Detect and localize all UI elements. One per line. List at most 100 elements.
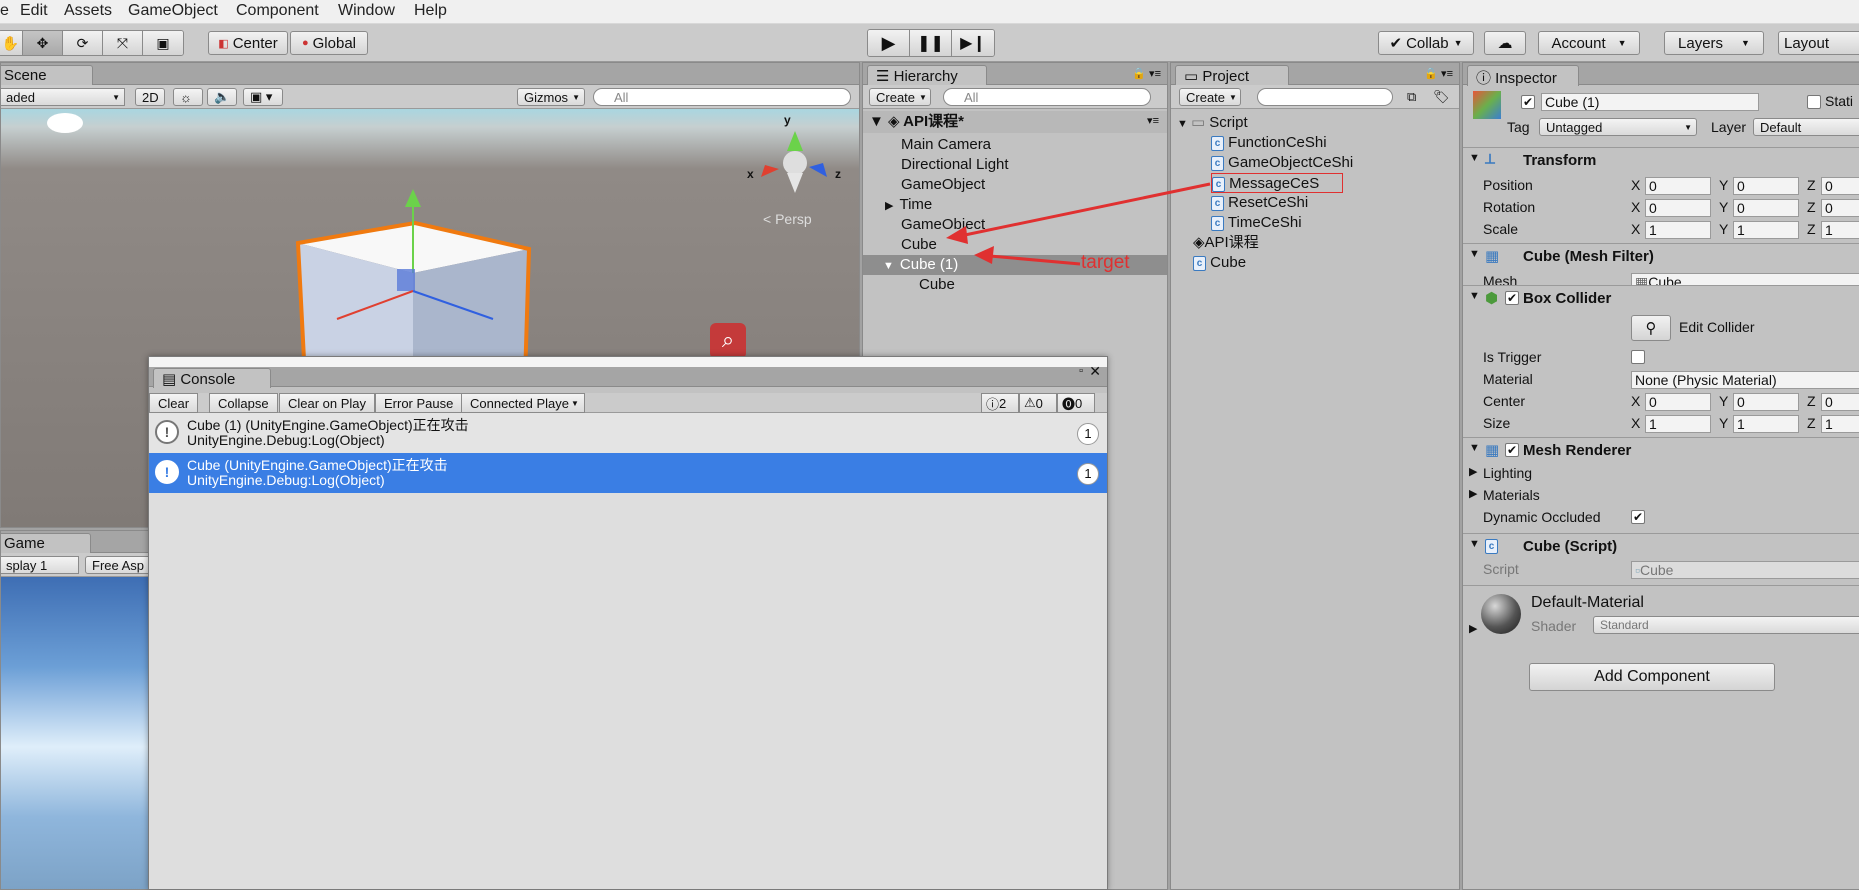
- menu-gameobject[interactable]: GameObject: [128, 2, 218, 20]
- object-name-input[interactable]: Cube (1): [1541, 93, 1759, 111]
- script-file[interactable]: c FunctionCeShi: [1211, 133, 1327, 153]
- tab-hierarchy[interactable]: ☰ Hierarchy: [867, 65, 987, 86]
- center-x-input[interactable]: 0: [1645, 393, 1711, 411]
- physic-material-field[interactable]: None (Physic Material): [1631, 371, 1859, 389]
- hierarchy-item[interactable]: Cube: [919, 275, 955, 295]
- log-entry-selected[interactable]: ! Cube (UnityEngine.GameObject)正在攻击 Unit…: [149, 453, 1107, 493]
- layers-dropdown[interactable]: Layers ▼: [1664, 31, 1764, 55]
- collab-dropdown[interactable]: ✔ Collab ▼: [1378, 31, 1474, 55]
- rect-tool-icon[interactable]: ▣: [143, 31, 183, 55]
- collapse-button[interactable]: Collapse: [209, 393, 278, 413]
- move-tool-icon[interactable]: ✥: [23, 31, 63, 55]
- filter-label-icon[interactable]: 🏷: [1433, 89, 1450, 105]
- maximize-icon[interactable]: ▫: [1079, 365, 1083, 377]
- pause-button[interactable]: ❚❚: [910, 30, 952, 56]
- tab-project[interactable]: ▭ Project: [1175, 65, 1289, 86]
- shading-mode-dropdown[interactable]: aded ▼: [1, 88, 125, 106]
- zoom-search-icon[interactable]: ⌕: [710, 323, 746, 359]
- menu-help[interactable]: Help: [414, 2, 447, 20]
- panel-menu-icon[interactable]: 🔒 ▾≡: [1424, 67, 1453, 80]
- box-collider-header[interactable]: ▼ ⬢ ✔ Box Collider: [1463, 285, 1859, 311]
- project-search-input[interactable]: [1257, 88, 1393, 106]
- log-entry[interactable]: ! Cube (1) (UnityEngine.GameObject)正在攻击 …: [149, 413, 1107, 453]
- filter-type-icon[interactable]: ⧉: [1407, 89, 1416, 105]
- connected-player-dropdown[interactable]: Connected Playe ▼: [461, 393, 585, 413]
- menu-window[interactable]: Window: [338, 2, 395, 20]
- tab-scene[interactable]: Scene: [1, 65, 93, 86]
- position-y-input[interactable]: 0: [1733, 177, 1799, 195]
- rotate-tool-icon[interactable]: ⟳: [63, 31, 103, 55]
- box-collider-enabled-checkbox[interactable]: ✔: [1505, 291, 1519, 305]
- script-file[interactable]: c TimeCeShi: [1211, 213, 1302, 233]
- audio-toggle-icon[interactable]: 🔈: [207, 88, 237, 106]
- rotation-z-input[interactable]: 0: [1821, 199, 1859, 217]
- position-x-input[interactable]: 0: [1645, 177, 1711, 195]
- mesh-renderer-enabled-checkbox[interactable]: ✔: [1505, 443, 1519, 457]
- create-dropdown[interactable]: Create ▼: [869, 88, 931, 106]
- info-count-toggle[interactable]: ⓘ 2: [981, 393, 1019, 413]
- rotation-y-input[interactable]: 0: [1733, 199, 1799, 217]
- close-icon[interactable]: ✕: [1089, 363, 1101, 380]
- size-y-input[interactable]: 1: [1733, 415, 1799, 433]
- gizmos-dropdown[interactable]: Gizmos ▼: [517, 88, 585, 106]
- active-checkbox[interactable]: ✔: [1521, 95, 1535, 109]
- clear-on-play-button[interactable]: Clear on Play: [279, 393, 376, 413]
- scene-menu-icon[interactable]: ▾≡: [1147, 114, 1159, 127]
- scale-x-input[interactable]: 1: [1645, 221, 1711, 239]
- cloud-button[interactable]: ☁: [1484, 31, 1526, 55]
- persp-label[interactable]: < Persp: [763, 211, 812, 227]
- hierarchy-item[interactable]: Main Camera: [901, 135, 991, 155]
- hand-tool-icon[interactable]: ✋: [0, 31, 23, 55]
- display-dropdown[interactable]: splay 1: [1, 556, 79, 574]
- clear-button[interactable]: Clear: [149, 393, 199, 413]
- pivot-toggle[interactable]: ◧ Center: [208, 31, 288, 55]
- lighting-foldout[interactable]: ▶ Lighting: [1463, 463, 1859, 485]
- rotation-x-input[interactable]: 0: [1645, 199, 1711, 217]
- tab-inspector[interactable]: ⓘ Inspector: [1467, 65, 1579, 87]
- lighting-toggle-icon[interactable]: ☼: [173, 88, 203, 106]
- folder-script[interactable]: ▼ ▭ Script: [1177, 113, 1248, 133]
- hierarchy-item[interactable]: GameObject: [901, 215, 985, 235]
- hierarchy-item[interactable]: Directional Light: [901, 155, 1009, 175]
- effects-toggle-icon[interactable]: ▣ ▾: [243, 88, 283, 106]
- static-checkbox[interactable]: [1807, 95, 1821, 109]
- script-file-highlighted[interactable]: c MessageCeS: [1211, 173, 1343, 193]
- error-pause-button[interactable]: Error Pause: [375, 393, 463, 413]
- scene-header[interactable]: ▼ ◈ API课程* ▾≡: [863, 111, 1167, 133]
- menu-assets[interactable]: Assets: [64, 2, 112, 20]
- shader-dropdown[interactable]: Standard: [1593, 616, 1859, 634]
- add-component-button[interactable]: Add Component: [1529, 663, 1775, 691]
- tab-console[interactable]: ▤ Console: [153, 368, 271, 388]
- transform-header[interactable]: ▼ ⟂ Transform: [1463, 147, 1859, 173]
- menu-file[interactable]: e: [0, 2, 9, 20]
- position-z-input[interactable]: 0: [1821, 177, 1859, 195]
- panel-menu-icon[interactable]: 🔒 ▾≡: [1132, 67, 1161, 80]
- scale-tool-icon[interactable]: ⤧: [103, 31, 143, 55]
- warning-count-toggle[interactable]: ⚠ 0: [1019, 393, 1057, 413]
- cube-script-header[interactable]: ▼ c Cube (Script): [1463, 533, 1859, 559]
- size-z-input[interactable]: 1: [1821, 415, 1859, 433]
- hierarchy-item[interactable]: ▶ Time: [885, 195, 932, 215]
- space-toggle[interactable]: ● Global: [290, 31, 368, 55]
- script-file[interactable]: c Cube: [1193, 253, 1246, 273]
- edit-collider-button[interactable]: ⚲: [1631, 315, 1671, 341]
- scale-y-input[interactable]: 1: [1733, 221, 1799, 239]
- hierarchy-search-input[interactable]: All: [943, 88, 1151, 106]
- step-button[interactable]: ▶❙: [952, 30, 994, 56]
- menu-edit[interactable]: Edit: [20, 2, 48, 20]
- materials-foldout[interactable]: ▶ Materials: [1463, 485, 1859, 507]
- script-file[interactable]: c ResetCeShi: [1211, 193, 1308, 213]
- menu-component[interactable]: Component: [236, 2, 319, 20]
- play-button[interactable]: ▶: [868, 30, 910, 56]
- hierarchy-item[interactable]: Cube: [901, 235, 937, 255]
- tab-game[interactable]: Game: [1, 533, 91, 554]
- script-file[interactable]: c GameObjectCeShi: [1211, 153, 1353, 173]
- mesh-filter-header[interactable]: ▼ ▦ Cube (Mesh Filter): [1463, 243, 1859, 269]
- tag-dropdown[interactable]: Untagged ▼: [1539, 118, 1697, 136]
- 2d-toggle[interactable]: 2D: [135, 88, 165, 106]
- error-count-toggle[interactable]: ⓿0: [1057, 393, 1095, 413]
- center-y-input[interactable]: 0: [1733, 393, 1799, 411]
- scene-asset[interactable]: ◈API课程: [1193, 233, 1259, 253]
- center-z-input[interactable]: 0: [1821, 393, 1859, 411]
- hierarchy-item[interactable]: GameObject: [901, 175, 985, 195]
